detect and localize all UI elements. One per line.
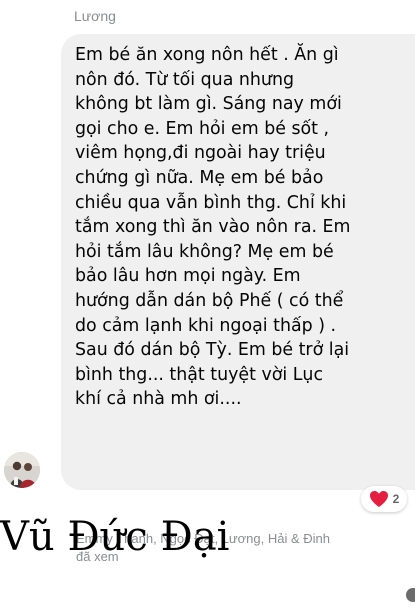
- reaction-count: 2: [392, 492, 400, 506]
- message-text: Em bé ăn xong nôn hết . Ăn gì nôn đó. Từ…: [75, 45, 351, 410]
- author-overlay: Vũ Đức Đại: [0, 514, 230, 560]
- heart-icon: [369, 491, 388, 507]
- avatar-photo-icon: [4, 452, 40, 488]
- sender-name: Lương: [74, 8, 116, 24]
- sender-avatar[interactable]: [4, 452, 40, 488]
- seen-avatar: [406, 588, 415, 602]
- message-bubble[interactable]: Em bé ăn xong nôn hết . Ăn gì nôn đó. Từ…: [61, 34, 415, 490]
- reaction-badge[interactable]: 2: [361, 486, 407, 512]
